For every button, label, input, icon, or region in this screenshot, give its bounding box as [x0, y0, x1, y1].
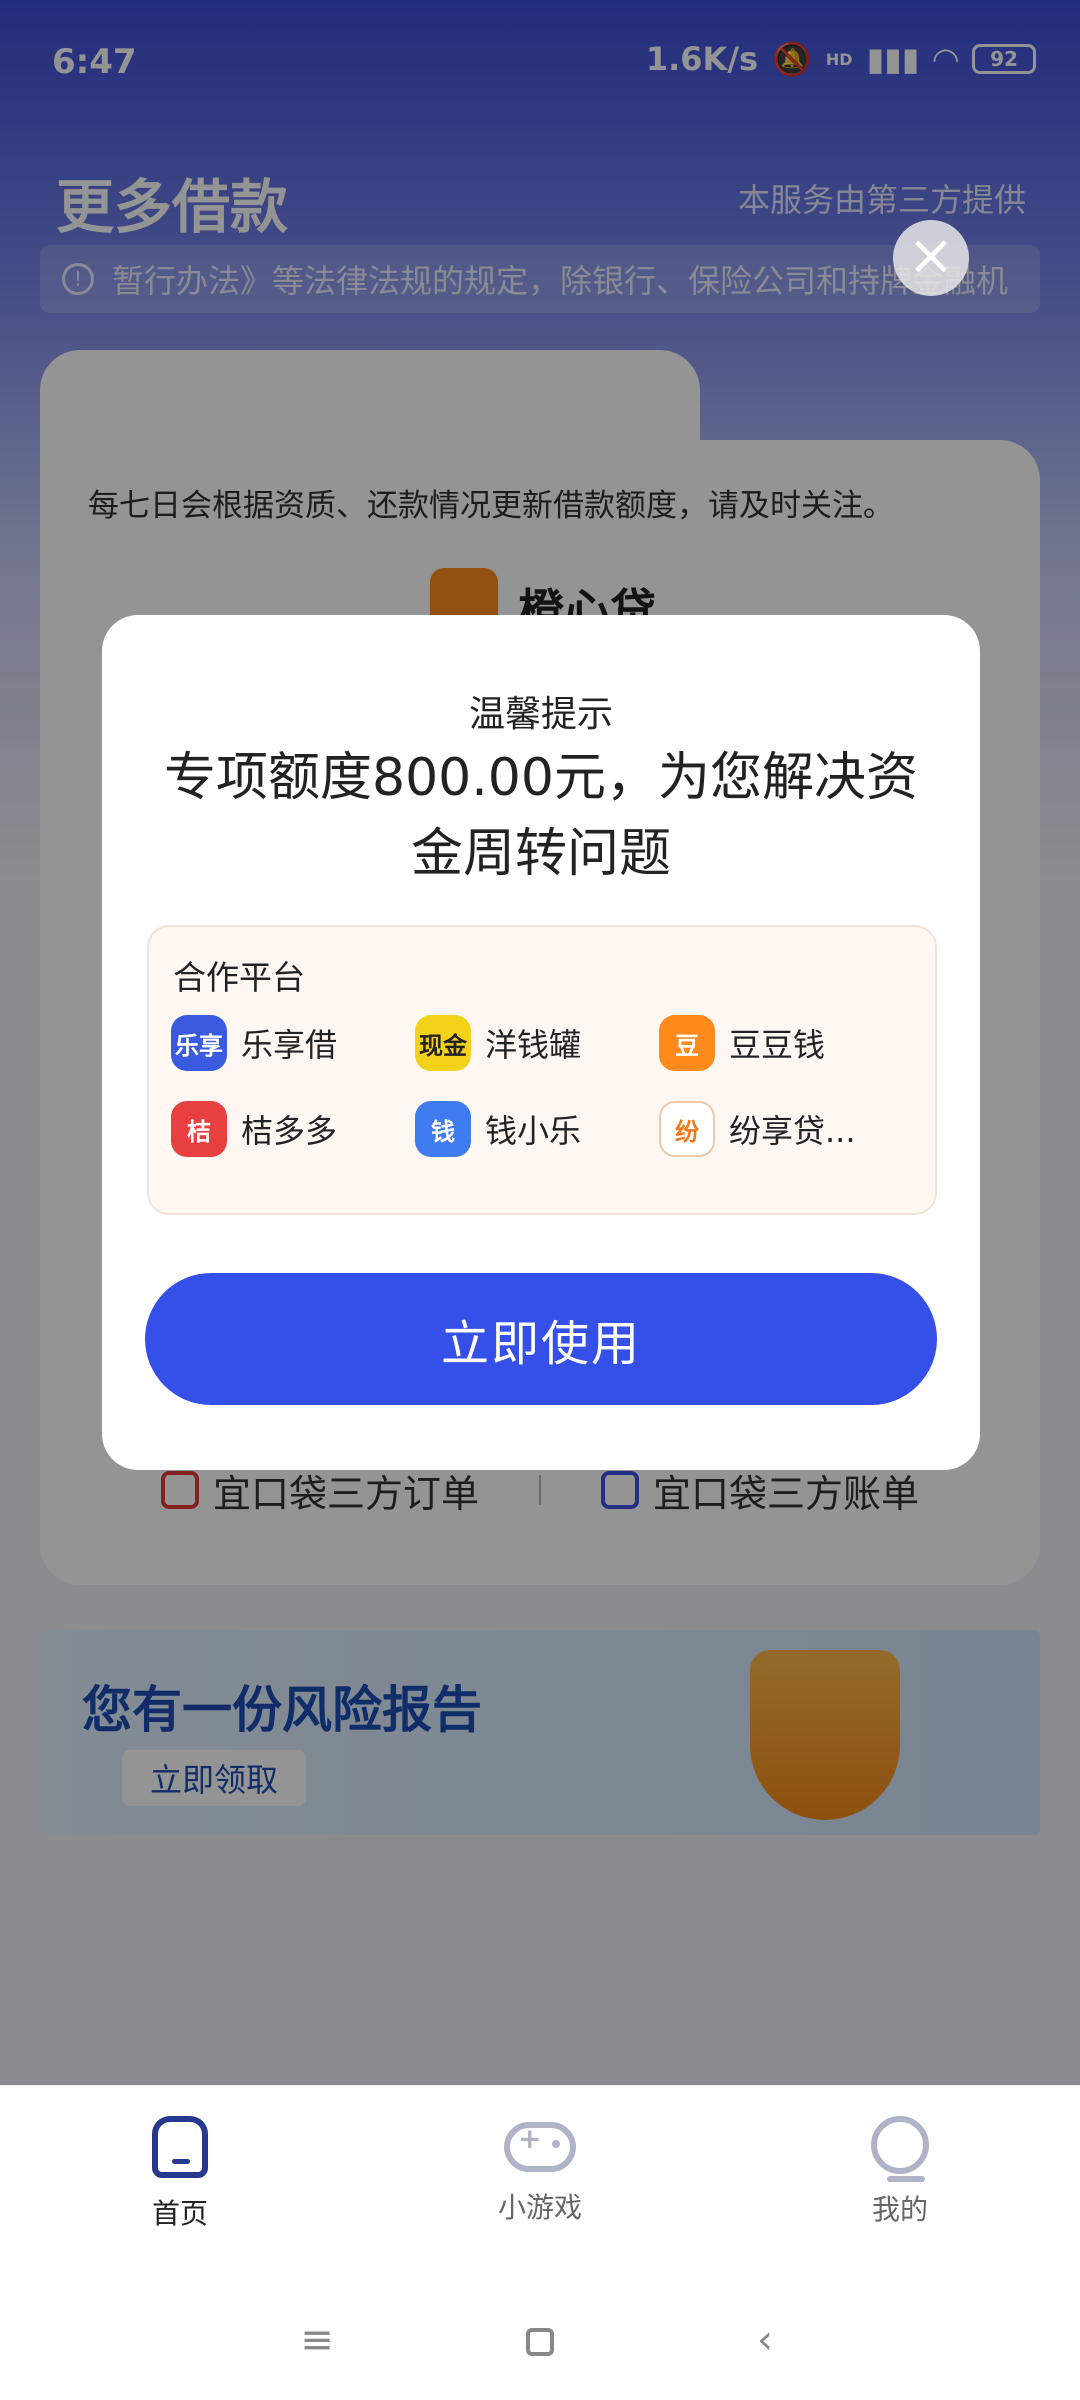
partner-name: 钱小乐 [485, 1112, 582, 1150]
nav-home-label: 首页 [151, 2197, 208, 2230]
back-icon[interactable]: ‹ [735, 2310, 795, 2370]
nav-mine[interactable]: 我的 [800, 2116, 1000, 2228]
menu-icon[interactable]: ≡ [287, 2310, 347, 2370]
nav-games-label: 小游戏 [497, 2191, 582, 2224]
lexiangjie-logo-icon: 乐享 [171, 1015, 227, 1071]
system-nav-bar: ≡ ‹ [0, 2270, 1080, 2400]
home-icon [152, 2116, 208, 2178]
qianxiaole-logo-icon: 钱 [415, 1101, 471, 1157]
partners-title: 合作平台 [173, 958, 305, 997]
partner-item[interactable]: 乐享 乐享借 [171, 1015, 337, 1071]
yangqianguan-logo-icon: 现金 [415, 1015, 471, 1071]
home-square-icon[interactable] [510, 2310, 570, 2370]
juduoduo-logo-icon: 桔 [171, 1101, 227, 1157]
use-now-button[interactable]: 立即使用 [145, 1273, 937, 1405]
partner-name: 桔多多 [241, 1112, 338, 1150]
promo-dialog: 温馨提示 专项额度800.00元，为您解决资金周转问题 合作平台 乐享 乐享借 现金… [102, 615, 980, 1470]
partner-item[interactable]: 钱钱小乐 [415, 1101, 581, 1157]
doudouqian-logo-icon: 豆 [659, 1015, 715, 1071]
profile-icon [871, 2116, 929, 2182]
bottom-nav: 首页 小游戏 我的 [0, 2085, 1080, 2270]
partner-item[interactable]: 豆豆豆钱 [659, 1015, 825, 1071]
partner-name: 洋钱罐 [485, 1026, 582, 1064]
nav-home[interactable]: 首页 [80, 2116, 280, 2232]
partner-name: 纷享贷... [729, 1112, 856, 1150]
partner-item[interactable]: 现金 洋钱罐 [415, 1015, 581, 1071]
partner-item[interactable]: 纷纷享贷... [659, 1101, 856, 1157]
close-icon[interactable]: × [893, 220, 969, 296]
partner-platforms: 合作平台 乐享 乐享借 现金 洋钱罐 豆豆豆钱桔桔多多 钱钱小乐 纷纷享贷... [147, 925, 937, 1215]
dialog-headline: 专项额度800.00元，为您解决资金周转问题 [164, 748, 918, 884]
gamepad-icon [504, 2122, 576, 2172]
partner-item[interactable]: 桔桔多多 [171, 1101, 337, 1157]
partner-name: 豆豆钱 [729, 1026, 826, 1064]
dialog-small-title: 温馨提示 [468, 694, 613, 735]
nav-mine-label: 我的 [871, 2193, 928, 2226]
nav-games[interactable]: 小游戏 [440, 2116, 640, 2226]
partner-name: 乐享借 [241, 1026, 338, 1064]
fenxiangdai-logo-icon: 纷 [659, 1101, 715, 1157]
